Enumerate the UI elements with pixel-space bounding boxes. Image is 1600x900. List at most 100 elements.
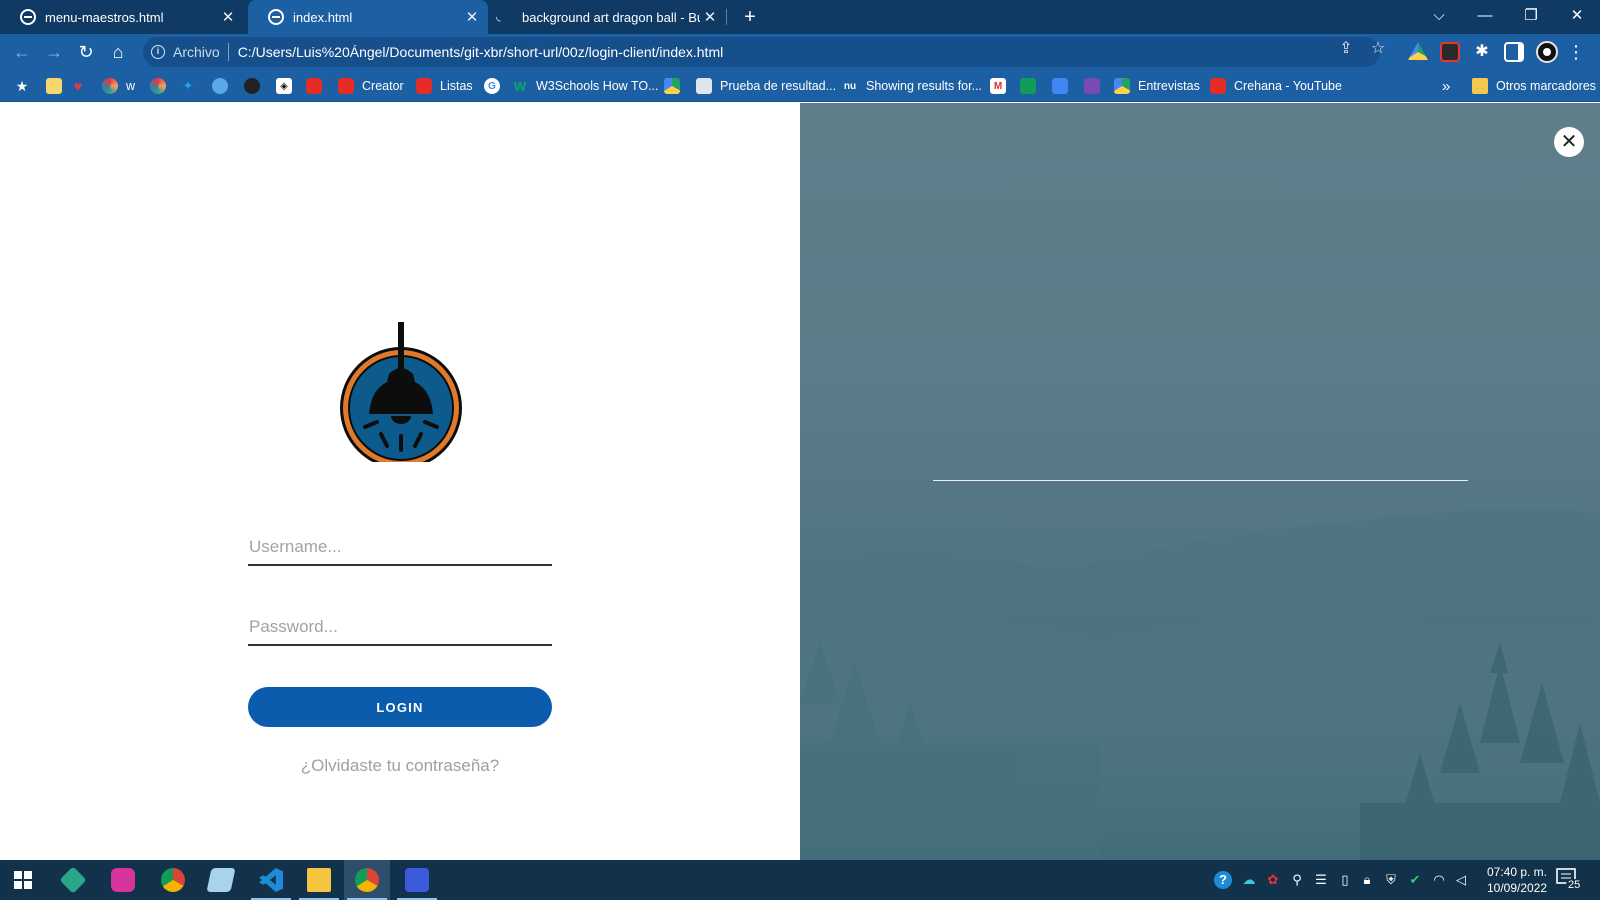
- bookmark-item[interactable]: [150, 70, 166, 102]
- bookmark-item[interactable]: G: [484, 70, 500, 102]
- tab-separator: [726, 9, 727, 25]
- meet-now-icon[interactable]: ☰: [1312, 871, 1330, 889]
- mail-extension-icon[interactable]: [1440, 42, 1460, 62]
- bookmark-label: w: [126, 79, 136, 93]
- bookmark-item[interactable]: [306, 70, 322, 102]
- bookmark-item[interactable]: Creator: [338, 70, 404, 102]
- bookmark-item[interactable]: ♥: [70, 70, 86, 102]
- address-url[interactable]: C:/Users/Luis%20Ángel/Documents/git-xbr/…: [238, 44, 724, 60]
- new-tab-button[interactable]: +: [738, 5, 762, 29]
- tab-title: index.html: [293, 9, 353, 25]
- heart-icon: ♥: [73, 78, 83, 94]
- bookmarks-overflow-button[interactable]: »: [1442, 70, 1450, 102]
- username-input[interactable]: [248, 530, 552, 566]
- info-icon[interactable]: i: [151, 45, 165, 59]
- notepad-icon[interactable]: [198, 860, 244, 900]
- globe-icon: [268, 9, 284, 25]
- twitter-icon: ✦: [182, 78, 194, 93]
- bookmark-item[interactable]: M: [990, 70, 1006, 102]
- bookmark-item[interactable]: [1084, 70, 1100, 102]
- bookmark-item[interactable]: w: [102, 70, 135, 102]
- snipping-tool-icon[interactable]: [394, 860, 440, 900]
- google-drive-extension-icon[interactable]: [1408, 42, 1428, 60]
- cluster-icon[interactable]: ✿: [1264, 871, 1282, 889]
- share-icon[interactable]: ⇪: [1334, 38, 1358, 60]
- clock-date: 10/09/2022: [1486, 881, 1548, 895]
- security-shield-icon[interactable]: ⛨: [1382, 871, 1400, 889]
- vscode-icon[interactable]: [248, 860, 294, 900]
- bookmark-item[interactable]: ✦: [180, 70, 196, 102]
- bookmark-item[interactable]: nu Showing results for...: [842, 70, 982, 102]
- note-icon: [46, 78, 62, 94]
- tab-close-icon[interactable]: ✕: [218, 7, 238, 27]
- wifi-icon[interactable]: ◠: [1430, 871, 1448, 889]
- bookmark-item[interactable]: [664, 70, 680, 102]
- forward-button[interactable]: →: [40, 38, 68, 66]
- clock-time: 07:40 p. m.: [1486, 865, 1548, 879]
- tab-search-button[interactable]: ⌵: [1416, 0, 1462, 30]
- tab-background-art[interactable]: ◟ background art dragon ball - Bús ✕: [490, 0, 726, 34]
- bookmark-item[interactable]: Entrevistas: [1114, 70, 1200, 102]
- bookmark-item[interactable]: [46, 70, 62, 102]
- restore-button[interactable]: ❐: [1508, 0, 1554, 30]
- defender-icon[interactable]: ✔: [1406, 871, 1424, 889]
- side-panel-icon[interactable]: [1504, 42, 1524, 62]
- address-scheme-label: Archivo: [173, 44, 220, 60]
- network-share-icon[interactable]: ⚲: [1288, 871, 1306, 889]
- taskbar-clock[interactable]: 07:40 p. m. 10/09/2022: [1472, 864, 1562, 896]
- bookmark-item[interactable]: Prueba de resultad...: [696, 70, 836, 102]
- extensions-puzzle-icon[interactable]: ✱: [1468, 38, 1496, 66]
- gmail-icon: M: [990, 78, 1006, 94]
- figma-like-icon[interactable]: [100, 860, 146, 900]
- tab-menu-maestros[interactable]: menu-maestros.html ✕: [0, 0, 244, 34]
- forest-background-image: [800, 509, 1600, 860]
- file-explorer-icon[interactable]: [296, 860, 342, 900]
- bookmark-item[interactable]: ◈: [276, 70, 292, 102]
- bookmark-item[interactable]: W W3Schools How TO...: [512, 70, 659, 102]
- codepen-icon: ◈: [276, 78, 292, 94]
- forgot-password-link[interactable]: ¿Olvidaste tu contraseña?: [248, 756, 552, 776]
- bookmark-item[interactable]: Listas: [416, 70, 473, 102]
- close-window-button[interactable]: ✕: [1554, 0, 1600, 30]
- reload-button[interactable]: ↻: [72, 38, 100, 66]
- bookmark-label: Entrevistas: [1138, 79, 1200, 93]
- bookmark-item[interactable]: ★: [14, 70, 30, 102]
- home-button[interactable]: ⌂: [104, 38, 132, 66]
- minimize-button[interactable]: —: [1462, 0, 1508, 30]
- sync-icon: [212, 78, 228, 94]
- bookmark-item[interactable]: Crehana - YouTube: [1210, 70, 1342, 102]
- password-input[interactable]: [248, 610, 552, 646]
- close-button[interactable]: ✕: [1554, 127, 1584, 157]
- tab-close-icon[interactable]: ✕: [700, 7, 720, 27]
- menu-kebab-icon[interactable]: ⋮: [1566, 38, 1586, 66]
- login-button[interactable]: LOGIN: [248, 687, 552, 727]
- speaker-muted-icon[interactable]: ◁: [1452, 871, 1470, 889]
- bookmark-item[interactable]: [244, 70, 260, 102]
- tab-strip: menu-maestros.html ✕ index.html ✕ ◟ back…: [0, 0, 1600, 34]
- minecraft-launcher-icon[interactable]: [50, 860, 96, 900]
- drive-icon: [1114, 78, 1130, 94]
- help-icon[interactable]: ?: [1214, 871, 1232, 889]
- notification-center-button[interactable]: 25: [1556, 868, 1584, 894]
- youtube-icon: [1210, 78, 1226, 94]
- tab-close-icon[interactable]: ✕: [462, 7, 482, 27]
- bookmark-item[interactable]: [212, 70, 228, 102]
- usb-icon[interactable]: ▯: [1336, 871, 1354, 889]
- bookmark-label: W3Schools How TO...: [536, 79, 659, 93]
- chrome-profile-icon[interactable]: [344, 860, 390, 900]
- lock-icon[interactable]: 🔒︎: [1358, 871, 1376, 889]
- tab-index[interactable]: index.html ✕: [248, 0, 488, 34]
- chrome-icon[interactable]: [150, 860, 196, 900]
- other-bookmarks-folder[interactable]: Otros marcadores: [1472, 70, 1596, 102]
- windows-start-icon[interactable]: [0, 860, 46, 900]
- bookmark-star-icon[interactable]: ☆: [1366, 38, 1390, 60]
- profile-avatar[interactable]: [1536, 41, 1558, 63]
- w3schools-icon: W: [513, 78, 527, 94]
- google-icon: G: [484, 78, 500, 94]
- address-bar[interactable]: i Archivo C:/Users/Luis%20Ángel/Document…: [143, 37, 1380, 67]
- back-button[interactable]: ←: [8, 38, 36, 66]
- cloud-icon[interactable]: ☁: [1240, 871, 1258, 889]
- bookmark-item[interactable]: [1052, 70, 1068, 102]
- bookmark-item[interactable]: [1020, 70, 1036, 102]
- divider-line: [933, 480, 1468, 481]
